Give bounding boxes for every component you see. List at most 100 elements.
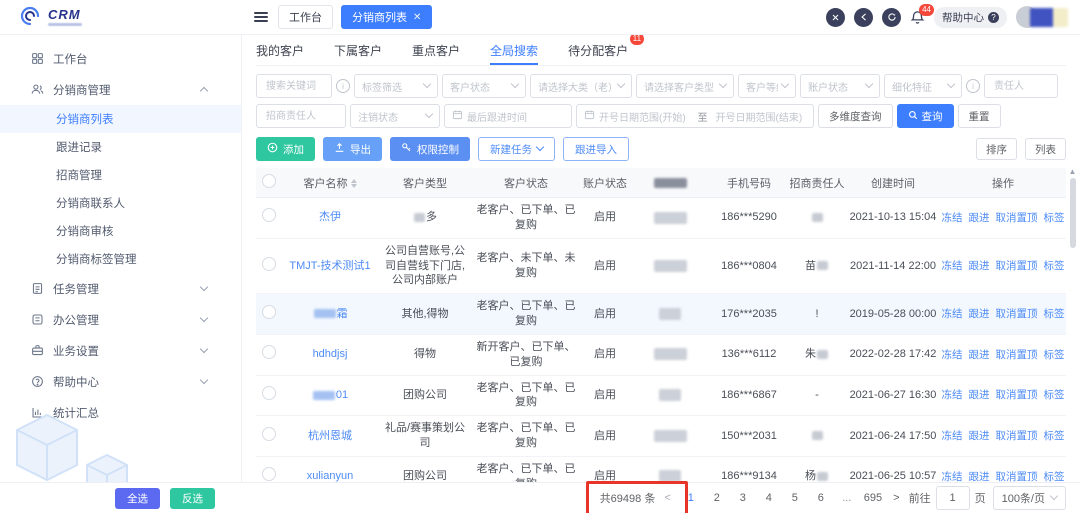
sidebar-item-跟进记录[interactable]: 跟进记录: [0, 133, 241, 161]
page-size-select[interactable]: 100条/页: [993, 486, 1066, 510]
sidebar-item-帮助中心[interactable]: 帮助中心: [0, 366, 241, 397]
close-all-icon[interactable]: [826, 8, 845, 27]
重置-button[interactable]: 重置: [958, 104, 1001, 128]
row-checkbox[interactable]: [262, 305, 276, 319]
invert-selection-button[interactable]: 反选: [170, 488, 215, 509]
scrollbar-thumb[interactable]: [1070, 178, 1076, 248]
scroll-up-icon[interactable]: ▲: [1069, 168, 1077, 176]
action-跟进[interactable]: 跟进: [969, 211, 990, 225]
customer-name-link[interactable]: 杰伊: [319, 211, 341, 223]
user-avatar[interactable]: [1016, 5, 1068, 29]
最后跟进时间-field[interactable]: 最后跟进时间: [444, 104, 572, 128]
权限控制-button[interactable]: 权限控制: [390, 137, 470, 161]
请选择大类（老）-field[interactable]: 请选择大类（老）: [530, 74, 632, 98]
sort-icons[interactable]: [351, 179, 357, 188]
搜索关键词-field[interactable]: [256, 74, 332, 98]
导出-button[interactable]: 导出: [323, 137, 382, 161]
customer-name-link[interactable]: 杭州恩城: [308, 430, 352, 442]
多维度查询-button[interactable]: 多维度查询: [818, 104, 893, 128]
row-checkbox[interactable]: [262, 427, 276, 441]
text-input[interactable]: [992, 80, 1050, 93]
sort-asc-icon[interactable]: [351, 179, 357, 183]
text-input[interactable]: [264, 80, 324, 93]
action-标签[interactable]: 标签: [1044, 211, 1065, 225]
menu-toggle-icon[interactable]: [254, 9, 268, 24]
账户状态-field[interactable]: 账户状态: [800, 74, 880, 98]
prev-page-button[interactable]: <: [662, 492, 672, 504]
新建任务-button[interactable]: 新建任务: [478, 137, 555, 161]
action-跟进[interactable]: 跟进: [969, 259, 990, 273]
page-number[interactable]: 6: [810, 488, 832, 508]
action-跟进[interactable]: 跟进: [969, 348, 990, 362]
row-checkbox[interactable]: [262, 386, 276, 400]
客户状态-field[interactable]: 客户状态: [442, 74, 526, 98]
action-取消置顶[interactable]: 取消置顶: [996, 307, 1038, 321]
page-number[interactable]: 2: [706, 488, 728, 508]
sidebar-item-分销商联系人[interactable]: 分销商联系人: [0, 189, 241, 217]
row-checkbox[interactable]: [262, 345, 276, 359]
action-取消置顶[interactable]: 取消置顶: [996, 211, 1038, 225]
page-number[interactable]: 1: [680, 488, 702, 508]
责任人-field[interactable]: [984, 74, 1058, 98]
action-冻结[interactable]: 冻结: [942, 388, 963, 402]
action-取消置顶[interactable]: 取消置顶: [996, 259, 1038, 273]
info-icon[interactable]: i: [966, 79, 980, 93]
action-标签[interactable]: 标签: [1044, 307, 1065, 321]
action-取消置顶[interactable]: 取消置顶: [996, 429, 1038, 443]
action-跟进[interactable]: 跟进: [969, 388, 990, 402]
排序-button[interactable]: 排序: [976, 138, 1017, 160]
customer-name-link[interactable]: 01: [312, 389, 348, 401]
window-tab[interactable]: 分销商列表✕: [341, 5, 432, 29]
column-header[interactable]: 客户名称: [282, 168, 378, 198]
action-冻结[interactable]: 冻结: [942, 307, 963, 321]
refresh-icon[interactable]: [882, 8, 901, 27]
添加-button[interactable]: 添加: [256, 137, 315, 161]
customer-name-link[interactable]: 霜: [313, 308, 348, 320]
action-标签[interactable]: 标签: [1044, 348, 1065, 362]
客户等级-field[interactable]: 客户等级: [738, 74, 796, 98]
action-标签[interactable]: 标签: [1044, 429, 1065, 443]
text-input[interactable]: [264, 110, 338, 123]
action-标签[interactable]: 标签: [1044, 388, 1065, 402]
help-center-button[interactable]: 帮助中心?: [934, 7, 1007, 28]
row-checkbox[interactable]: [262, 257, 276, 271]
back-icon[interactable]: [854, 8, 873, 27]
notification-bell[interactable]: 44: [910, 10, 925, 25]
row-checkbox[interactable]: [262, 208, 276, 222]
window-tab[interactable]: 工作台: [278, 5, 333, 29]
查询-button[interactable]: 查询: [897, 104, 954, 128]
tab-重点客户[interactable]: 重点客户: [412, 35, 460, 65]
next-page-button[interactable]: >: [891, 492, 901, 504]
招商责任人-field[interactable]: [256, 104, 346, 128]
goto-page-input[interactable]: [936, 486, 970, 510]
info-icon[interactable]: i: [336, 79, 350, 93]
列表-button[interactable]: 列表: [1025, 138, 1066, 160]
sidebar-item-任务管理[interactable]: 任务管理: [0, 273, 241, 304]
action-冻结[interactable]: 冻结: [942, 348, 963, 362]
action-标签[interactable]: 标签: [1044, 259, 1065, 273]
标签筛选-field[interactable]: 标签筛选: [354, 74, 438, 98]
注销状态-field[interactable]: 注销状态: [350, 104, 440, 128]
close-tab-icon[interactable]: ✕: [413, 12, 421, 23]
sidebar-item-分销商列表[interactable]: 分销商列表: [0, 105, 241, 133]
细化特征-field[interactable]: 细化特征: [884, 74, 962, 98]
sidebar-item-分销商管理[interactable]: 分销商管理: [0, 74, 241, 105]
select-all-checkbox[interactable]: [262, 174, 276, 188]
row-checkbox[interactable]: [262, 467, 276, 481]
action-冻结[interactable]: 冻结: [942, 259, 963, 273]
sort-desc-icon[interactable]: [351, 184, 357, 188]
跟进导入-button[interactable]: 跟进导入: [563, 137, 629, 161]
action-跟进[interactable]: 跟进: [969, 429, 990, 443]
select-all-button[interactable]: 全选: [115, 488, 160, 509]
sidebar-item-工作台[interactable]: 工作台: [0, 43, 241, 74]
customer-name-link[interactable]: xulianyun: [307, 470, 353, 482]
sidebar-item-办公管理[interactable]: 办公管理: [0, 304, 241, 335]
customer-name-link[interactable]: hdhdjsj: [313, 348, 348, 360]
page-number[interactable]: 5: [784, 488, 806, 508]
sidebar-item-分销商标签管理[interactable]: 分销商标签管理: [0, 245, 241, 273]
sidebar-item-统计汇总[interactable]: 统计汇总: [0, 397, 241, 428]
tab-我的客户[interactable]: 我的客户: [256, 35, 304, 65]
action-取消置顶[interactable]: 取消置顶: [996, 388, 1038, 402]
请选择客户类型-field[interactable]: 请选择客户类型: [636, 74, 734, 98]
sidebar-item-业务设置[interactable]: 业务设置: [0, 335, 241, 366]
